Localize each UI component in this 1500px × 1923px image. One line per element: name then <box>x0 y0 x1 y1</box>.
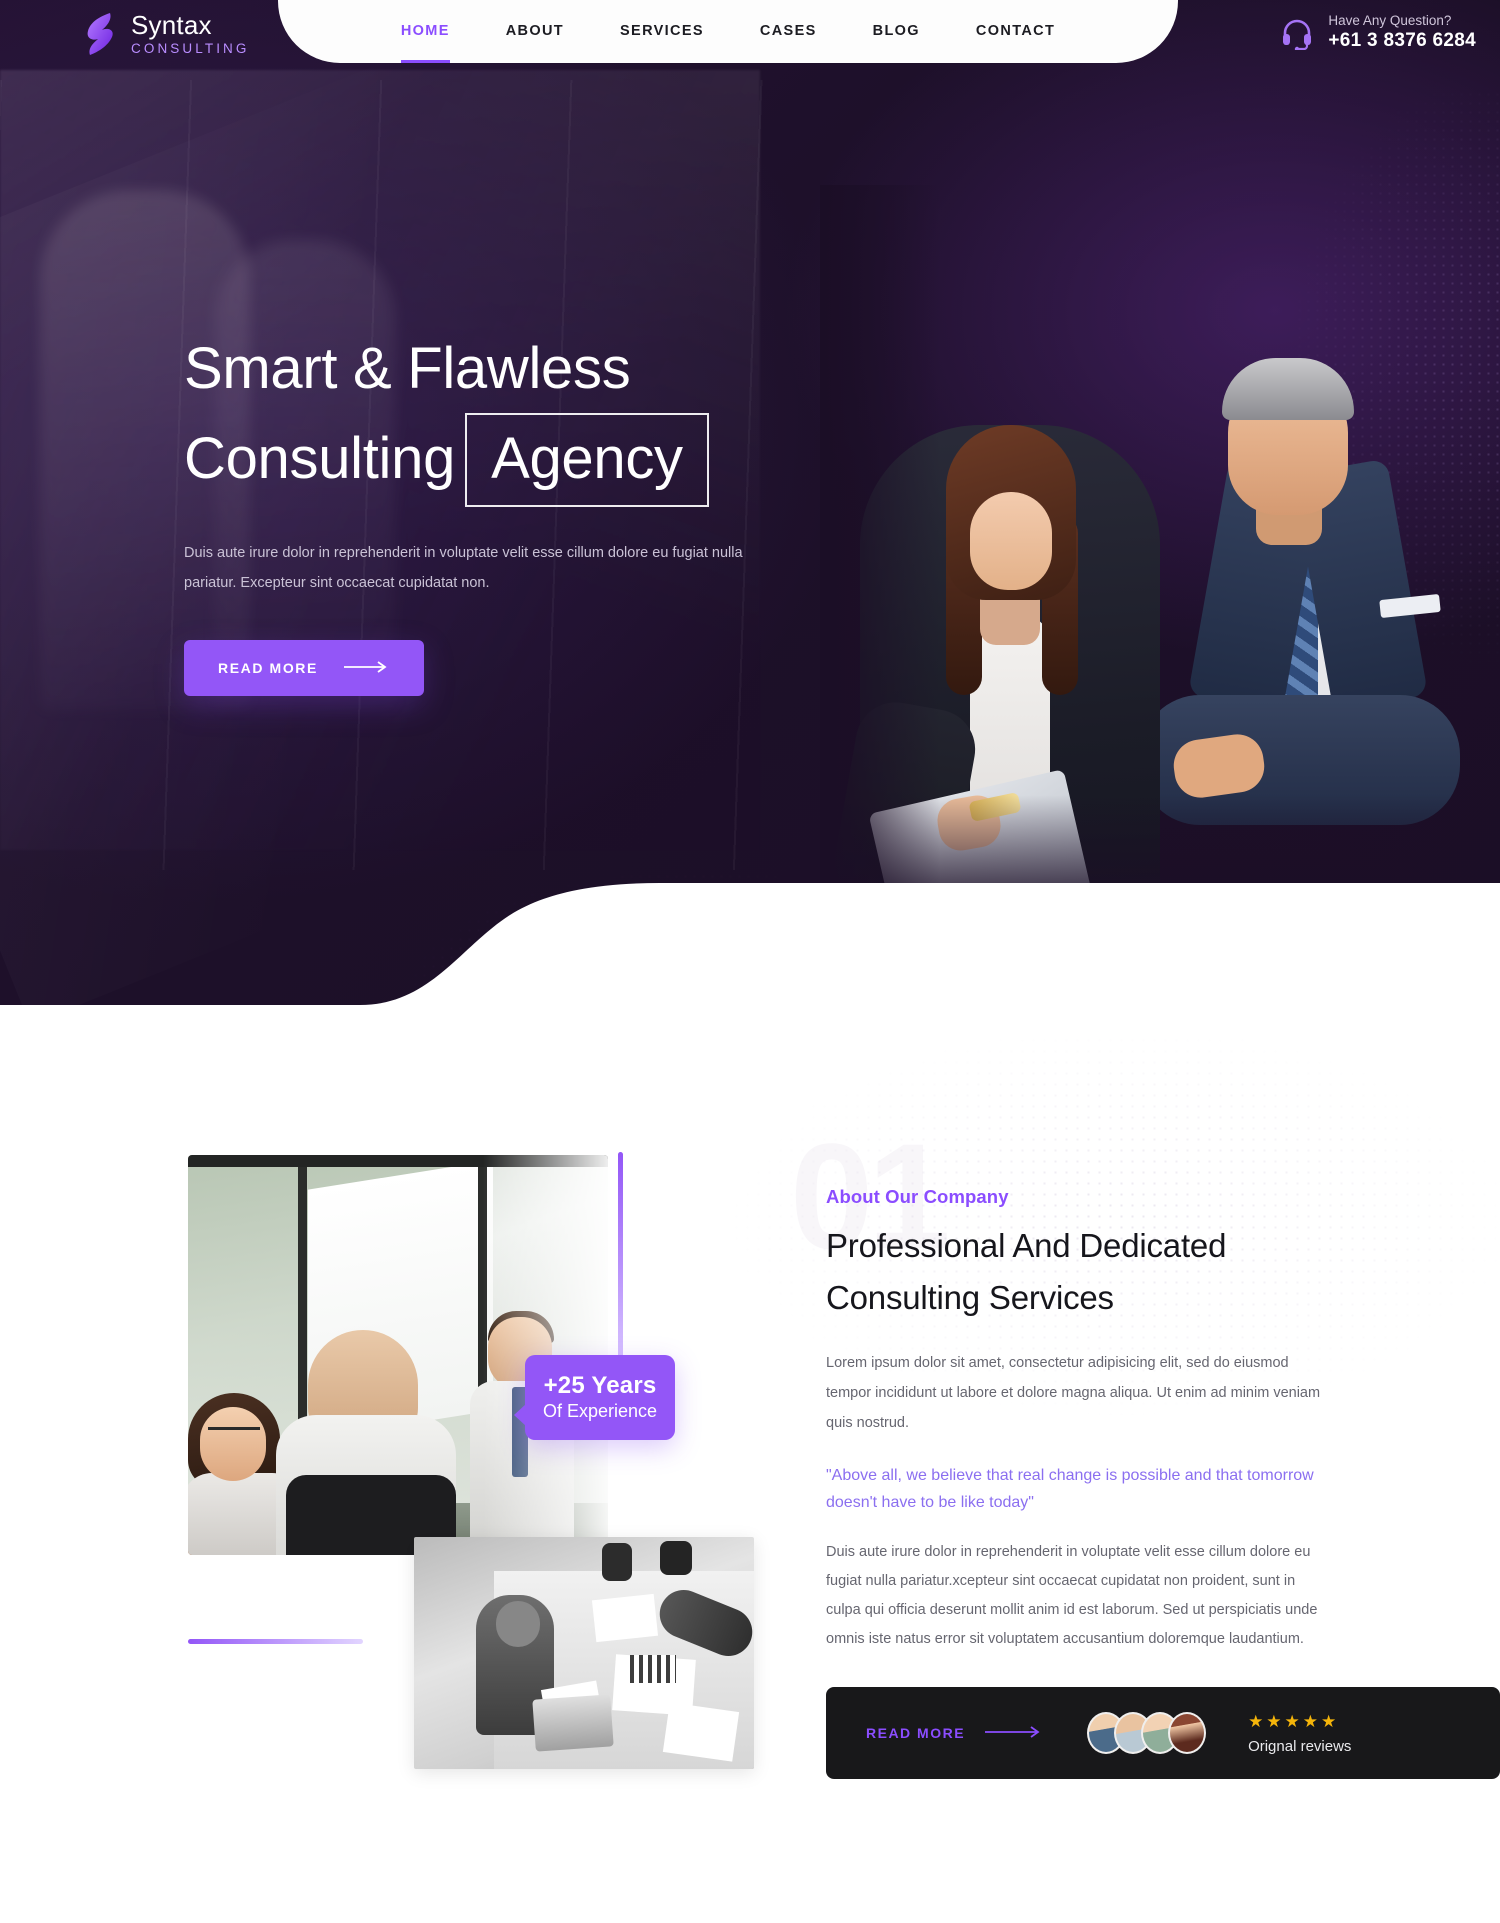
about-paragraph-2: Duis aute irure dolor in reprehenderit i… <box>826 1544 1318 1647</box>
hero-section: Syntax CONSULTING HOME ABOUT SERVICES CA… <box>0 0 1500 1035</box>
hero-read-more-label: READ MORE <box>218 660 318 676</box>
accent-line-horizontal <box>188 1639 363 1644</box>
avatar <box>1168 1712 1207 1754</box>
brand-name: Syntax <box>131 9 212 40</box>
headset-icon <box>1280 16 1314 51</box>
contact-question: Have Any Question? <box>1328 13 1452 28</box>
header-contact-block[interactable]: Have Any Question? +61 3 8376 6284 <box>1280 12 1476 53</box>
hero-content: Smart & Flawless Consulting Agency Duis a… <box>184 325 844 696</box>
review-card: READ MORE ★★★★★ Orignal reviews <box>826 1687 1500 1779</box>
woman-face <box>970 492 1052 590</box>
star-rating-icon: ★★★★★ <box>1248 1711 1340 1731</box>
nav-item-services[interactable]: SERVICES <box>592 0 732 63</box>
rating-label: Orignal reviews <box>1248 1737 1352 1755</box>
landing-page: Syntax CONSULTING HOME ABOUT SERVICES CA… <box>0 0 1500 1923</box>
about-paragraph-1: Lorem ipsum dolor sit amet, consectetur … <box>826 1355 1321 1431</box>
nav-item-cases[interactable]: CASES <box>732 0 845 63</box>
contact-phone-number[interactable]: +61 3 8376 6284 <box>1328 30 1476 53</box>
experience-subtitle: Of Experience <box>542 1400 658 1421</box>
reviewer-avatars <box>1087 1712 1207 1754</box>
about-heading-line2: Consulting Services <box>826 1279 1114 1316</box>
brand-logo[interactable]: Syntax CONSULTING <box>84 11 250 57</box>
hero-description: Duis aute irure dolor in reprehenderit i… <box>184 545 743 591</box>
hero-title-line2: Consulting <box>184 426 456 491</box>
contact-text-block: Have Any Question? +61 3 8376 6284 <box>1328 12 1476 53</box>
nav-item-home[interactable]: HOME <box>373 0 478 63</box>
arrow-right-icon <box>343 660 390 676</box>
hero-people-photo <box>820 185 1500 945</box>
about-read-more-label: READ MORE <box>866 1725 966 1741</box>
about-quote: "Above all, we believe that real change … <box>826 1467 1314 1511</box>
brand-tagline: CONSULTING <box>131 41 250 57</box>
brand-text-block: Syntax CONSULTING <box>131 9 250 57</box>
about-text-column: About Our Company Professional And Dedic… <box>826 1186 1326 1654</box>
about-heading: Professional And Dedicated Consulting Se… <box>826 1220 1326 1324</box>
hero-read-more-button[interactable]: READ MORE <box>184 640 424 696</box>
hero-title: Smart & Flawless Consulting Agency <box>184 325 844 507</box>
nav-item-blog[interactable]: BLOG <box>845 0 948 63</box>
people-bottom-fade <box>820 795 1500 945</box>
experience-badge: +25 Years Of Experience <box>514 1355 675 1440</box>
accent-line-vertical <box>618 1152 623 1362</box>
main-navigation: HOME ABOUT SERVICES CASES BLOG CONTACT <box>278 0 1178 63</box>
nav-item-contact[interactable]: CONTACT <box>948 0 1083 63</box>
about-eyebrow: About Our Company <box>826 1186 1009 1207</box>
about-read-more-button[interactable]: READ MORE <box>866 1725 1045 1741</box>
syntax-s-logo-icon <box>84 11 118 57</box>
nav-item-about[interactable]: ABOUT <box>478 0 592 63</box>
hero-title-highlight: Agency <box>491 426 683 491</box>
about-desk-photo <box>414 1537 754 1769</box>
hero-title-line1: Smart & Flawless <box>184 336 631 401</box>
rating-block: ★★★★★ Orignal reviews <box>1248 1712 1351 1755</box>
experience-years: +25 Years <box>543 1372 657 1399</box>
arrow-right-icon <box>985 1725 1045 1741</box>
about-heading-line1: Professional And Dedicated <box>826 1227 1227 1264</box>
hero-title-highlight-box: Agency <box>465 413 709 507</box>
